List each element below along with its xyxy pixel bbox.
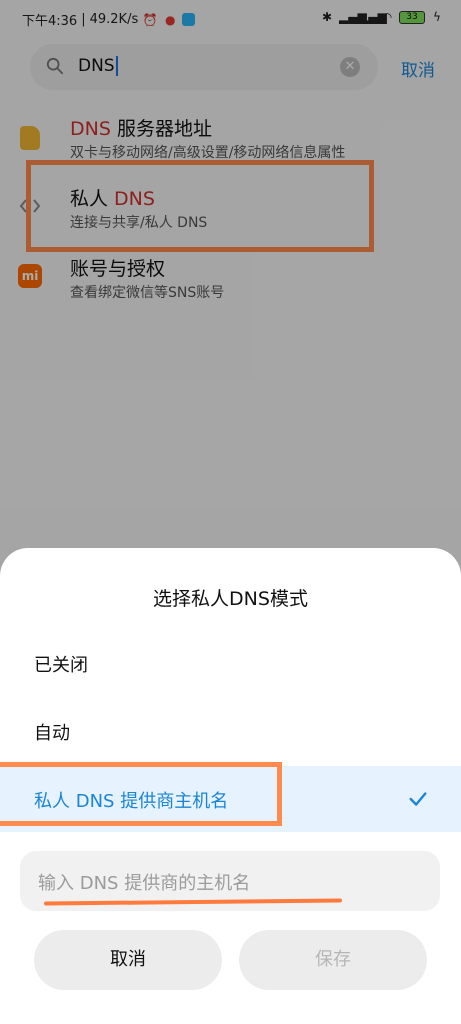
save-button[interactable]: 保存 xyxy=(239,930,427,990)
hostname-placeholder: 输入 DNS 提供商的主机名 xyxy=(38,873,251,894)
dialog-title: 选择私人DNS模式 xyxy=(153,588,308,610)
cancel-button[interactable]: 取消 xyxy=(34,930,222,990)
private-dns-dialog: 选择私人DNS模式 已关闭 自动 私人 DNS 提供商主机名 输入 DNS 提供… xyxy=(0,548,461,1024)
option-off[interactable]: 已关闭 xyxy=(0,630,461,696)
option-automatic[interactable]: 自动 xyxy=(0,698,461,764)
annotation-highlight-box xyxy=(0,762,282,826)
check-icon xyxy=(409,792,427,806)
